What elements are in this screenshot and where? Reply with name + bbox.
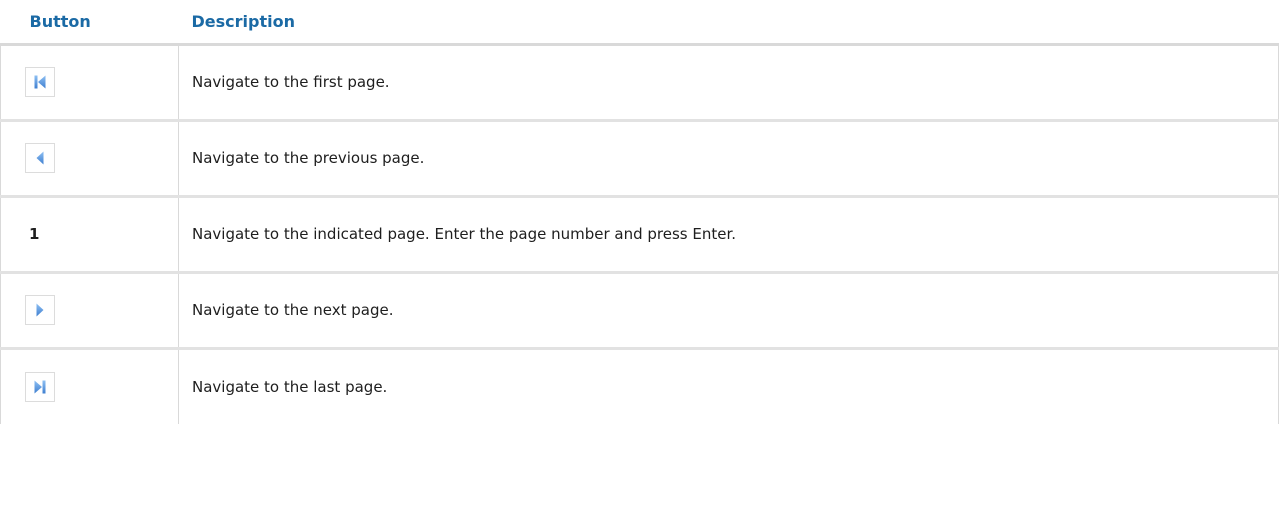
button-cell: 1 — [0, 196, 179, 274]
table-row: 1 Navigate to the indicated page. Enter … — [0, 196, 1279, 274]
last-page-icon — [34, 380, 46, 394]
table-row: Navigate to the first page. — [0, 44, 1279, 122]
last-page-button[interactable] — [25, 371, 55, 402]
previous-page-icon — [36, 151, 44, 165]
column-header-button: Button — [0, 0, 179, 46]
table-row: Navigate to the next page. — [0, 272, 1279, 350]
button-cell — [0, 44, 179, 122]
navigation-buttons-table: Button Description Navigate to the first… — [0, 0, 1279, 424]
button-cell — [0, 272, 179, 350]
description-cell: Navigate to the next page. — [178, 272, 1279, 350]
next-page-button[interactable] — [25, 295, 55, 325]
next-page-icon — [36, 303, 44, 317]
button-cell — [0, 120, 179, 198]
first-page-button[interactable] — [25, 67, 55, 97]
page-number-indicator[interactable]: 1 — [25, 225, 39, 243]
previous-page-button[interactable] — [25, 143, 55, 173]
description-cell: Navigate to the previous page. — [178, 120, 1279, 198]
button-cell — [0, 348, 179, 424]
first-page-icon — [34, 75, 46, 89]
table-header-row: Button Description — [0, 0, 1279, 46]
table-row: Navigate to the last page. — [0, 348, 1279, 424]
description-cell: Navigate to the last page. — [178, 348, 1279, 424]
column-header-description: Description — [178, 0, 1279, 46]
description-cell: Navigate to the indicated page. Enter th… — [178, 196, 1279, 274]
table-row: Navigate to the previous page. — [0, 120, 1279, 198]
description-cell: Navigate to the first page. — [178, 44, 1279, 122]
